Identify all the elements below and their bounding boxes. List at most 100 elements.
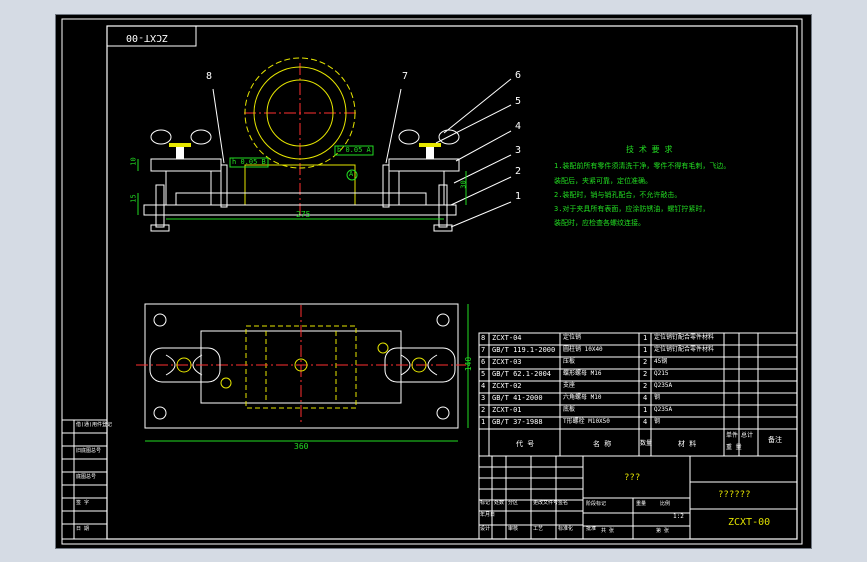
tol-left-datum: B (261, 158, 266, 166)
pin-hole-l (220, 377, 232, 389)
title-name: ??? (624, 473, 641, 483)
parts-row-material: 钢 (654, 418, 661, 425)
title-label: 设计 (480, 526, 491, 532)
tech-title: 技 术 要 求 (626, 145, 673, 154)
parts-row-qty: 2 (643, 358, 648, 366)
tol-right-datum: A (366, 146, 371, 154)
title-label: 审核 (508, 526, 519, 532)
side-stamp-label: 借(通)用件登记 (76, 422, 113, 428)
header-unit-weight: 单件 (726, 432, 739, 439)
parts-row-material: Q235A (654, 406, 673, 413)
left-pin (220, 164, 228, 208)
title-label: 第 张 (656, 528, 670, 534)
parts-row-name: 定位销 (563, 334, 582, 341)
dim-275: 275 (296, 210, 311, 219)
title-scale: 1:2 (673, 513, 684, 520)
parts-row-name: 底板 (563, 406, 576, 413)
tech-line-4: 3.对于夹具所有表面，应涂防锈油，螺钉拧紧时， (554, 205, 710, 213)
callout-5: 5 (515, 96, 522, 107)
tol-left-symbol: h (232, 158, 237, 166)
parts-row-code: GB/T 62.1-2004 (492, 370, 552, 378)
parts-row-qty: 4 (643, 394, 648, 402)
hole-tl (153, 313, 167, 327)
parts-row-no: 4 (481, 382, 486, 390)
outer-frame (61, 18, 803, 545)
callout-2: 2 (515, 166, 522, 177)
leader-7 (385, 88, 402, 164)
title-label: 比例 (660, 501, 671, 507)
parts-row-name: 圆柱销 10X40 (563, 346, 603, 353)
header-weight: 重 量 (726, 444, 742, 451)
leader-8 (212, 88, 225, 164)
title-label: 年月日 (480, 512, 496, 518)
parts-row-qty: 2 (643, 382, 648, 390)
parts-row-code: ZCXT-03 (492, 358, 522, 366)
header-qty: 数量 (640, 440, 653, 447)
leader-4 (455, 130, 512, 162)
header-total-weight: 总计 (741, 432, 754, 439)
tolerance-left: h 0.05 B (232, 159, 266, 166)
title-drawing-no: ZCXT-00 (728, 517, 771, 528)
callout-6: 6 (515, 70, 522, 81)
parts-row-name: 蝶形螺母 M16 (563, 370, 602, 377)
title-label: 阶段标记 (586, 501, 607, 507)
header-code: 代 号 (516, 440, 535, 448)
tol-right-value: 0.05 (345, 146, 363, 154)
side-stamp-label: 日 期 (76, 526, 90, 532)
parts-row-code: GB/T 37-1988 (492, 418, 543, 426)
parts-row-no: 8 (481, 334, 486, 342)
title-label: 标准化 (558, 526, 574, 532)
drawing-number-label: ZCXT-00 (126, 32, 169, 43)
tech-line-3: 2.装配时，销与销孔配合，不允许敲击。 (554, 191, 682, 199)
title-label: 工艺 (533, 526, 544, 532)
callout-8: 8 (206, 71, 213, 82)
parts-row-code: ZCXT-04 (492, 334, 522, 342)
hole-bl (153, 406, 167, 420)
title-label: 更改文件号 (533, 500, 559, 506)
leader-6 (443, 78, 512, 134)
title-label: 重量 (636, 501, 647, 507)
pin-hole-r (377, 342, 389, 354)
right-t-bolt (438, 184, 448, 228)
inner-frame (106, 25, 798, 540)
left-wing-b (190, 129, 212, 145)
hole-br (436, 406, 450, 420)
dim-30: 30 (459, 180, 468, 189)
title-label: 分区 (508, 500, 519, 506)
right-wing-b (438, 129, 460, 145)
parts-row-no: 3 (481, 394, 486, 402)
callout-7: 7 (402, 71, 409, 82)
side-stamp-label: 旧底图总号 (76, 448, 102, 454)
parts-row-name: 压板 (563, 358, 576, 365)
title-label: 标记 (480, 500, 491, 506)
left-nut (169, 143, 191, 147)
parts-row-code: GB/T 119.1-2000 (492, 346, 556, 354)
top-view (136, 303, 469, 442)
right-wing-a (398, 129, 420, 145)
title-company: ?????? (718, 490, 751, 500)
right-bolt-head (433, 224, 453, 232)
parts-row-no: 6 (481, 358, 486, 366)
tech-line-2: 装配后，夹紧可靠，定位准确。 (554, 177, 652, 185)
tol-right-symbol: b (337, 146, 342, 154)
dim-140: 140 (464, 356, 474, 372)
dim-360: 360 (294, 442, 309, 451)
datum-label: A (349, 170, 354, 178)
dim-10: 10 (129, 157, 138, 166)
tech-line-5: 装配时，应检查各螺纹连接。 (554, 219, 645, 227)
parts-row-code: ZCXT-01 (492, 406, 522, 414)
parts-row-material: 45钢 (654, 358, 668, 365)
parts-row-name: T形螺栓 M10X50 (563, 418, 610, 425)
left-bolt-head (150, 224, 170, 232)
parts-row-material: 钢 (654, 394, 661, 401)
header-material: 材 料 (678, 440, 697, 448)
side-stamp-label: 底图总号 (76, 474, 97, 480)
right-pin (382, 164, 390, 208)
dim-15: 15 (129, 194, 138, 203)
parts-row-qty: 1 (643, 406, 648, 414)
parts-row-no: 2 (481, 406, 486, 414)
parts-row-qty: 1 (643, 346, 648, 354)
hole-tr (436, 313, 450, 327)
cad-drawing (61, 18, 803, 545)
title-label: 批准 (586, 526, 597, 532)
